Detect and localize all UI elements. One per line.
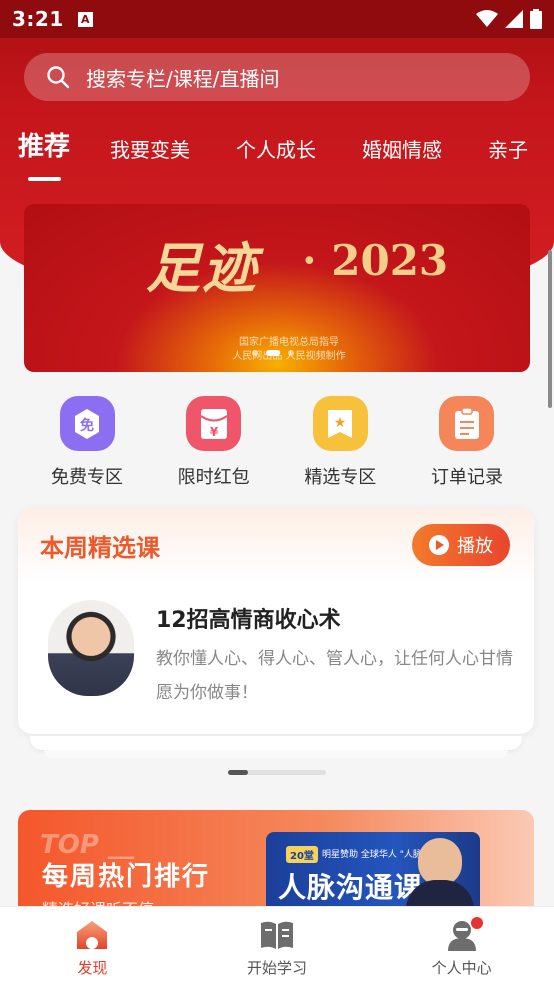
red-envelope-icon: ¥ bbox=[186, 396, 242, 451]
card-stack-shadow bbox=[44, 750, 508, 758]
nav-profile-label: 个人中心 bbox=[431, 959, 492, 977]
quick-red-envelope[interactable]: ¥ 限时红包 bbox=[151, 396, 277, 489]
status-time: 3:21 bbox=[12, 7, 64, 31]
play-button[interactable]: 播放 bbox=[412, 524, 510, 566]
star-badge-icon: ★ bbox=[312, 396, 368, 451]
banner-dot bbox=[288, 350, 294, 356]
quick-orders-label: 订单记录 bbox=[430, 467, 503, 488]
tab-marriage[interactable]: 婚姻情感 bbox=[362, 134, 442, 163]
poster-title: 人脉沟通课 bbox=[278, 871, 424, 904]
course-name: 12招高情商收心术 bbox=[156, 608, 341, 633]
app-screen: 3:21 A 搜索专栏/课程/直播间 推荐 我要变美 个人成长 婚姻情感 亲子 … bbox=[0, 0, 554, 984]
search-placeholder: 搜索专栏/课程/直播间 bbox=[86, 66, 280, 91]
notification-badge bbox=[471, 917, 484, 929]
card-pager bbox=[228, 770, 326, 775]
banner-line-1: 国家广播电视总局指导 bbox=[239, 337, 339, 348]
quick-free-zone[interactable]: 免 免费专区 bbox=[24, 396, 150, 489]
sim-indicator-icon: A bbox=[77, 11, 93, 27]
clipboard-icon bbox=[439, 396, 495, 451]
scrollbar[interactable] bbox=[548, 250, 552, 408]
banner-title: 足迹 bbox=[146, 236, 258, 300]
free-badge-icon: 免 bbox=[59, 396, 115, 451]
signal-icon bbox=[505, 10, 523, 28]
quick-entries: 免 免费专区 ¥ 限时红包 ★ 精选专区 订单记录 bbox=[24, 396, 530, 489]
quick-orders[interactable]: 订单记录 bbox=[404, 396, 530, 489]
weekly-ranking-card[interactable]: TOP __ 每周热门排行 精选好课听不停 20堂 明星赞助 全球华人 "人脉王… bbox=[18, 810, 534, 920]
nav-profile[interactable]: 个人中心 bbox=[369, 907, 554, 984]
status-icons bbox=[476, 9, 542, 29]
nav-study-label: 开始学习 bbox=[247, 959, 308, 977]
search-icon bbox=[47, 66, 70, 89]
promo-banner[interactable]: 足迹 · 2023 国家广播电视总局指导 人民网出品 人民视频制作 bbox=[24, 204, 530, 372]
envelope-glyph: ¥ bbox=[209, 425, 218, 439]
banner-dot bbox=[252, 350, 258, 356]
quick-selected-label: 精选专区 bbox=[304, 467, 377, 488]
tab-beauty[interactable]: 我要变美 bbox=[110, 134, 190, 163]
poster-person-face bbox=[418, 838, 462, 886]
quick-free-label: 免费专区 bbox=[51, 467, 123, 488]
nav-study[interactable]: 开始学习 bbox=[185, 907, 370, 984]
tab-parenting[interactable]: 亲子 bbox=[488, 134, 528, 163]
battery-icon bbox=[530, 9, 542, 29]
status-bar: 3:21 A bbox=[0, 0, 554, 38]
open-book-icon bbox=[261, 921, 293, 949]
weekly-course-card[interactable]: 本周精选课 播放 12招高情商收心术 教你懂人心、得人心、管人心，让任何人心甘情… bbox=[18, 508, 534, 734]
banner-pagination bbox=[252, 350, 294, 356]
poster-badge: 20堂 bbox=[286, 846, 318, 863]
instructor-avatar bbox=[48, 600, 134, 696]
banner-year: · 2023 bbox=[302, 236, 449, 285]
play-label: 播放 bbox=[457, 536, 493, 557]
card-pager-thumb bbox=[228, 770, 248, 775]
quick-selected-zone[interactable]: ★ 精选专区 bbox=[277, 396, 403, 489]
free-glyph: 免 bbox=[80, 417, 94, 434]
weekly-title: 本周精选课 bbox=[40, 533, 160, 562]
nav-discover[interactable]: 发现 bbox=[0, 907, 185, 984]
bottom-navigation: 发现 开始学习 个人中心 bbox=[0, 906, 554, 984]
tab-recommend[interactable]: 推荐 bbox=[18, 126, 70, 181]
wifi-icon bbox=[476, 10, 498, 27]
house-icon bbox=[77, 921, 108, 949]
play-icon bbox=[429, 535, 449, 555]
tab-growth[interactable]: 个人成长 bbox=[236, 134, 316, 163]
star-glyph: ★ bbox=[334, 415, 347, 431]
course-description: 教你懂人心、得人心、管人心，让任何人心甘情愿为你做事！ bbox=[156, 649, 513, 703]
card-stack-shadow bbox=[30, 736, 522, 750]
category-tabs: 推荐 我要变美 个人成长 婚姻情感 亲子 bbox=[18, 126, 554, 181]
search-input[interactable]: 搜索专栏/课程/直播间 bbox=[24, 53, 530, 101]
banner-dot-active bbox=[266, 350, 280, 356]
quick-red-envelope-label: 限时红包 bbox=[177, 467, 250, 488]
nav-discover-label: 发现 bbox=[77, 959, 108, 977]
ranking-title: 每周热门排行 bbox=[42, 862, 211, 892]
